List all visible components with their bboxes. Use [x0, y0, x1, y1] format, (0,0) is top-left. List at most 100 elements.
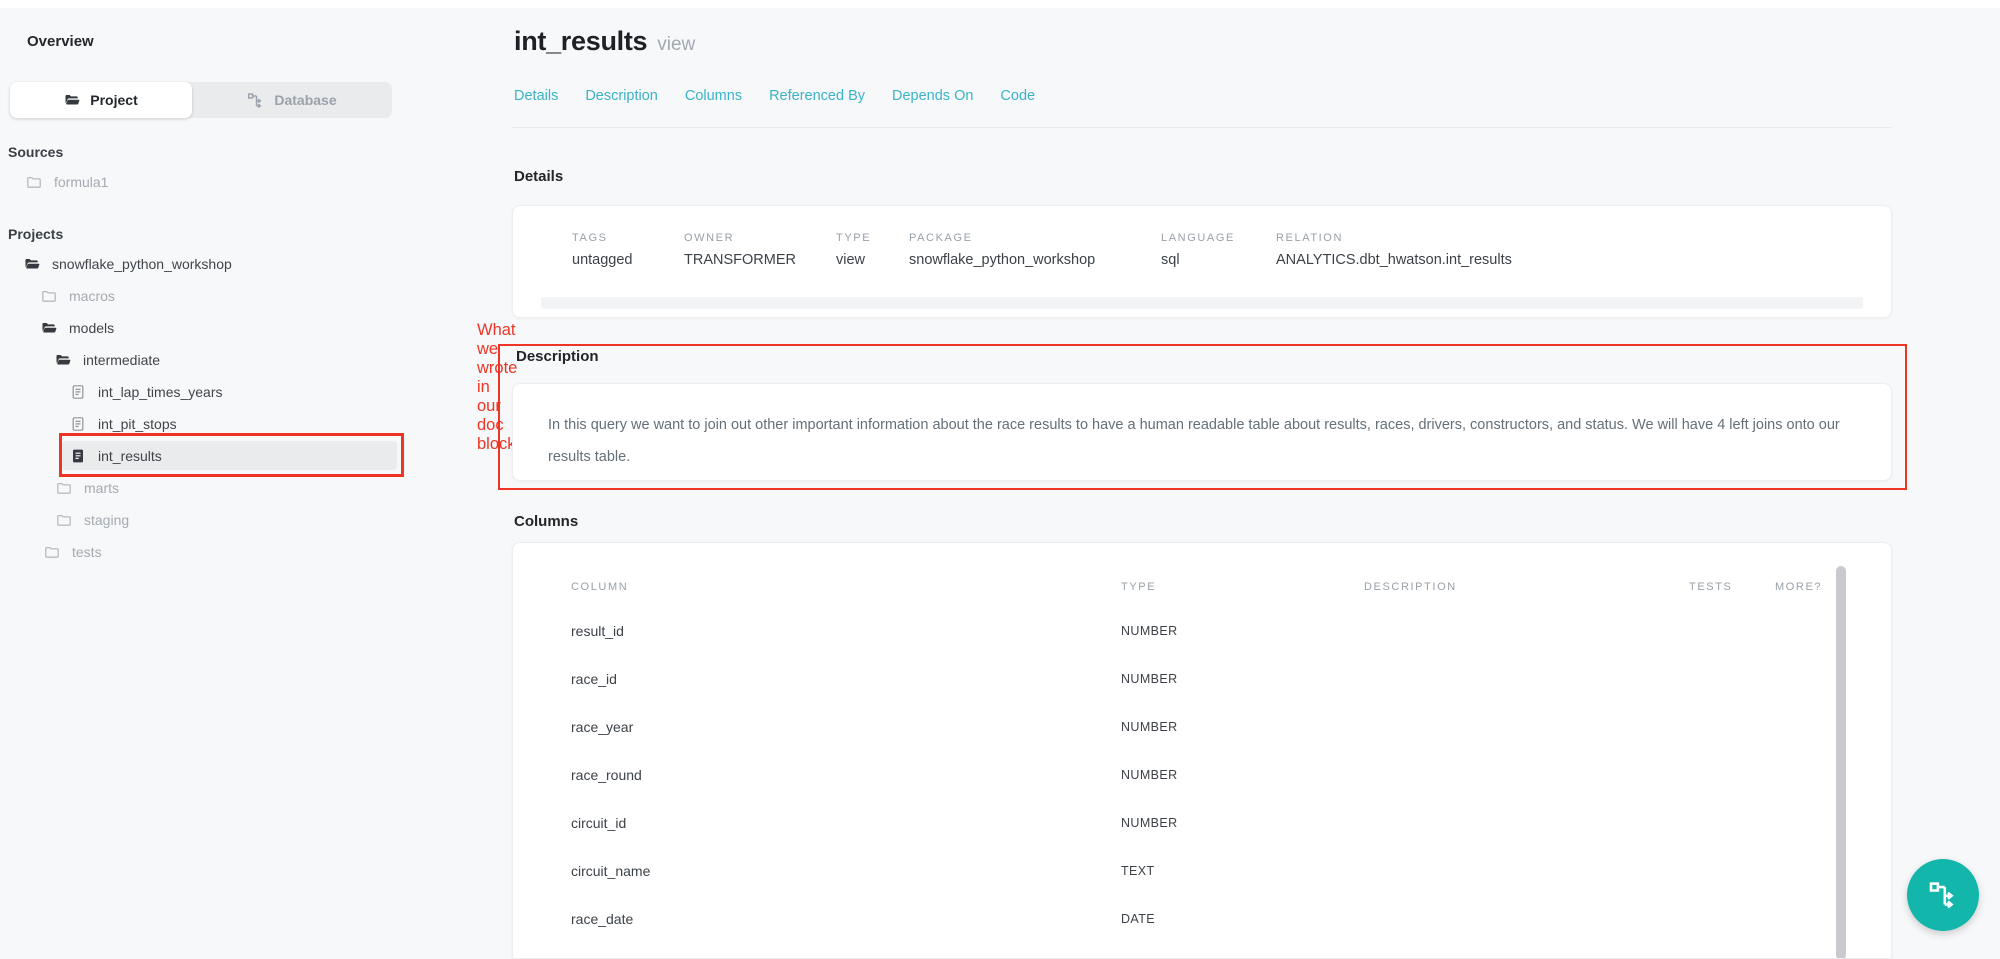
sidebar-item-label: macros [69, 288, 115, 304]
projects-heading: Projects [8, 226, 63, 242]
table-row[interactable]: race_date DATE [513, 895, 1891, 943]
dbt-docs-page: Overview Project Database Sources formul… [0, 0, 2000, 959]
sidebar-item-label: models [69, 320, 114, 336]
field-type: TYPE view [836, 232, 909, 268]
field-label: TAGS [572, 232, 684, 244]
header-tests: TESTS [1689, 581, 1775, 593]
page-title: int_results view [514, 26, 695, 57]
sidebar-item-formula1[interactable]: formula1 [26, 167, 108, 197]
lineage-icon [247, 92, 264, 109]
columns-card: COLUMN TYPE DESCRIPTION TESTS MORE? resu… [512, 542, 1892, 959]
description-card: In this query we want to join out other … [512, 383, 1892, 481]
model-name: int_results [514, 26, 647, 56]
open-folder-icon [55, 352, 71, 368]
field-language: LANGUAGE sql [1161, 232, 1276, 268]
document-icon [70, 416, 86, 432]
toggle-database-label: Database [274, 92, 336, 108]
sidebar-item-int_lap_times_years[interactable]: int_lap_times_years [70, 377, 223, 407]
sidebar-item-models[interactable]: models [41, 313, 114, 343]
sidebar-item-label: tests [72, 544, 102, 560]
overview-heading: Overview [27, 33, 94, 50]
table-row[interactable]: race_round NUMBER [513, 751, 1891, 799]
column-name: race_year [571, 719, 1121, 735]
field-owner: OWNER TRANSFORMER [684, 232, 836, 268]
field-value: snowflake_python_workshop [909, 252, 1161, 268]
sidebar-item-label: formula1 [54, 174, 108, 190]
header-description: DESCRIPTION [1364, 581, 1689, 593]
sidebar-item-staging[interactable]: staging [56, 505, 129, 535]
table-row[interactable]: result_id NUMBER [513, 607, 1891, 655]
column-type: DATE [1121, 912, 1364, 926]
tab-referenced-by[interactable]: Referenced By [769, 88, 865, 104]
sidebar: Overview Project Database Sources formul… [0, 0, 430, 959]
toggle-database-button[interactable]: Database [192, 82, 392, 118]
column-type: NUMBER [1121, 624, 1364, 638]
tab-columns[interactable]: Columns [685, 88, 742, 104]
sidebar-item-macros[interactable]: macros [41, 281, 115, 311]
table-row[interactable]: race_time TIME [513, 943, 1891, 959]
description-body: In this query we want to join out other … [513, 384, 1891, 473]
closed-folder-icon [41, 288, 57, 304]
column-type: NUMBER [1121, 768, 1364, 782]
field-label: TYPE [836, 232, 909, 244]
annotation-box-sidebar [59, 433, 404, 477]
open-folder-icon [64, 92, 80, 108]
field-value: sql [1161, 252, 1276, 268]
table-row[interactable]: race_id NUMBER [513, 655, 1891, 703]
project-database-toggle: Project Database [10, 82, 392, 118]
sidebar-item-label: intermediate [83, 352, 160, 368]
column-type: NUMBER [1121, 672, 1364, 686]
tab-depends-on[interactable]: Depends On [892, 88, 973, 104]
field-relation: RELATION ANALYTICS.dbt_hwatson.int_resul… [1276, 232, 1512, 268]
sidebar-item-label: int_lap_times_years [98, 384, 223, 400]
sources-heading: Sources [8, 144, 63, 160]
field-value: ANALYTICS.dbt_hwatson.int_results [1276, 252, 1512, 268]
header-type: TYPE [1121, 581, 1364, 593]
lineage-graph-button[interactable] [1907, 859, 1979, 931]
field-tags: TAGS untagged [572, 232, 684, 268]
table-row[interactable]: circuit_name TEXT [513, 847, 1891, 895]
columns-table-body: result_id NUMBER race_id NUMBER race_yea… [513, 607, 1891, 959]
collapsed-strip [541, 297, 1863, 309]
column-type: NUMBER [1121, 816, 1364, 830]
document-icon [70, 384, 86, 400]
details-fields: TAGS untagged OWNER TRANSFORMER TYPE vie… [513, 206, 1891, 268]
open-folder-icon [41, 320, 57, 336]
tab-details[interactable]: Details [514, 88, 558, 104]
sidebar-item-tests[interactable]: tests [44, 537, 102, 567]
column-name: result_id [571, 623, 1121, 639]
column-name: race_date [571, 911, 1121, 927]
details-heading: Details [514, 168, 563, 185]
table-row[interactable]: race_year NUMBER [513, 703, 1891, 751]
header-column: COLUMN [571, 581, 1121, 593]
header-more: MORE? [1775, 581, 1835, 593]
columns-heading: Columns [514, 513, 578, 530]
closed-folder-icon [56, 480, 72, 496]
closed-folder-icon [56, 512, 72, 528]
tab-code[interactable]: Code [1000, 88, 1035, 104]
details-card: TAGS untagged OWNER TRANSFORMER TYPE vie… [512, 205, 1892, 318]
closed-folder-icon [44, 544, 60, 560]
sidebar-item-label: staging [84, 512, 129, 528]
sidebar-item-snowflake_python_workshop[interactable]: snowflake_python_workshop [24, 249, 232, 279]
sidebar-item-marts[interactable]: marts [56, 473, 119, 503]
field-value: untagged [572, 252, 684, 268]
field-label: LANGUAGE [1161, 232, 1276, 244]
sidebar-item-label: snowflake_python_workshop [52, 256, 232, 272]
lineage-icon [1928, 880, 1958, 910]
model-type-badge: view [657, 34, 695, 55]
field-label: OWNER [684, 232, 836, 244]
column-name: race_round [571, 767, 1121, 783]
tab-description[interactable]: Description [585, 88, 658, 104]
columns-table-header: COLUMN TYPE DESCRIPTION TESTS MORE? [513, 543, 1891, 593]
sidebar-item-intermediate[interactable]: intermediate [55, 345, 160, 375]
column-name: circuit_name [571, 863, 1121, 879]
field-package: PACKAGE snowflake_python_workshop [909, 232, 1161, 268]
columns-table-scrollbar[interactable] [1836, 566, 1846, 959]
toggle-project-button[interactable]: Project [10, 82, 192, 118]
table-row[interactable]: circuit_id NUMBER [513, 799, 1891, 847]
description-heading: Description [516, 348, 599, 365]
column-name: race_id [571, 671, 1121, 687]
field-value: view [836, 252, 909, 268]
sidebar-item-label: marts [84, 480, 119, 496]
